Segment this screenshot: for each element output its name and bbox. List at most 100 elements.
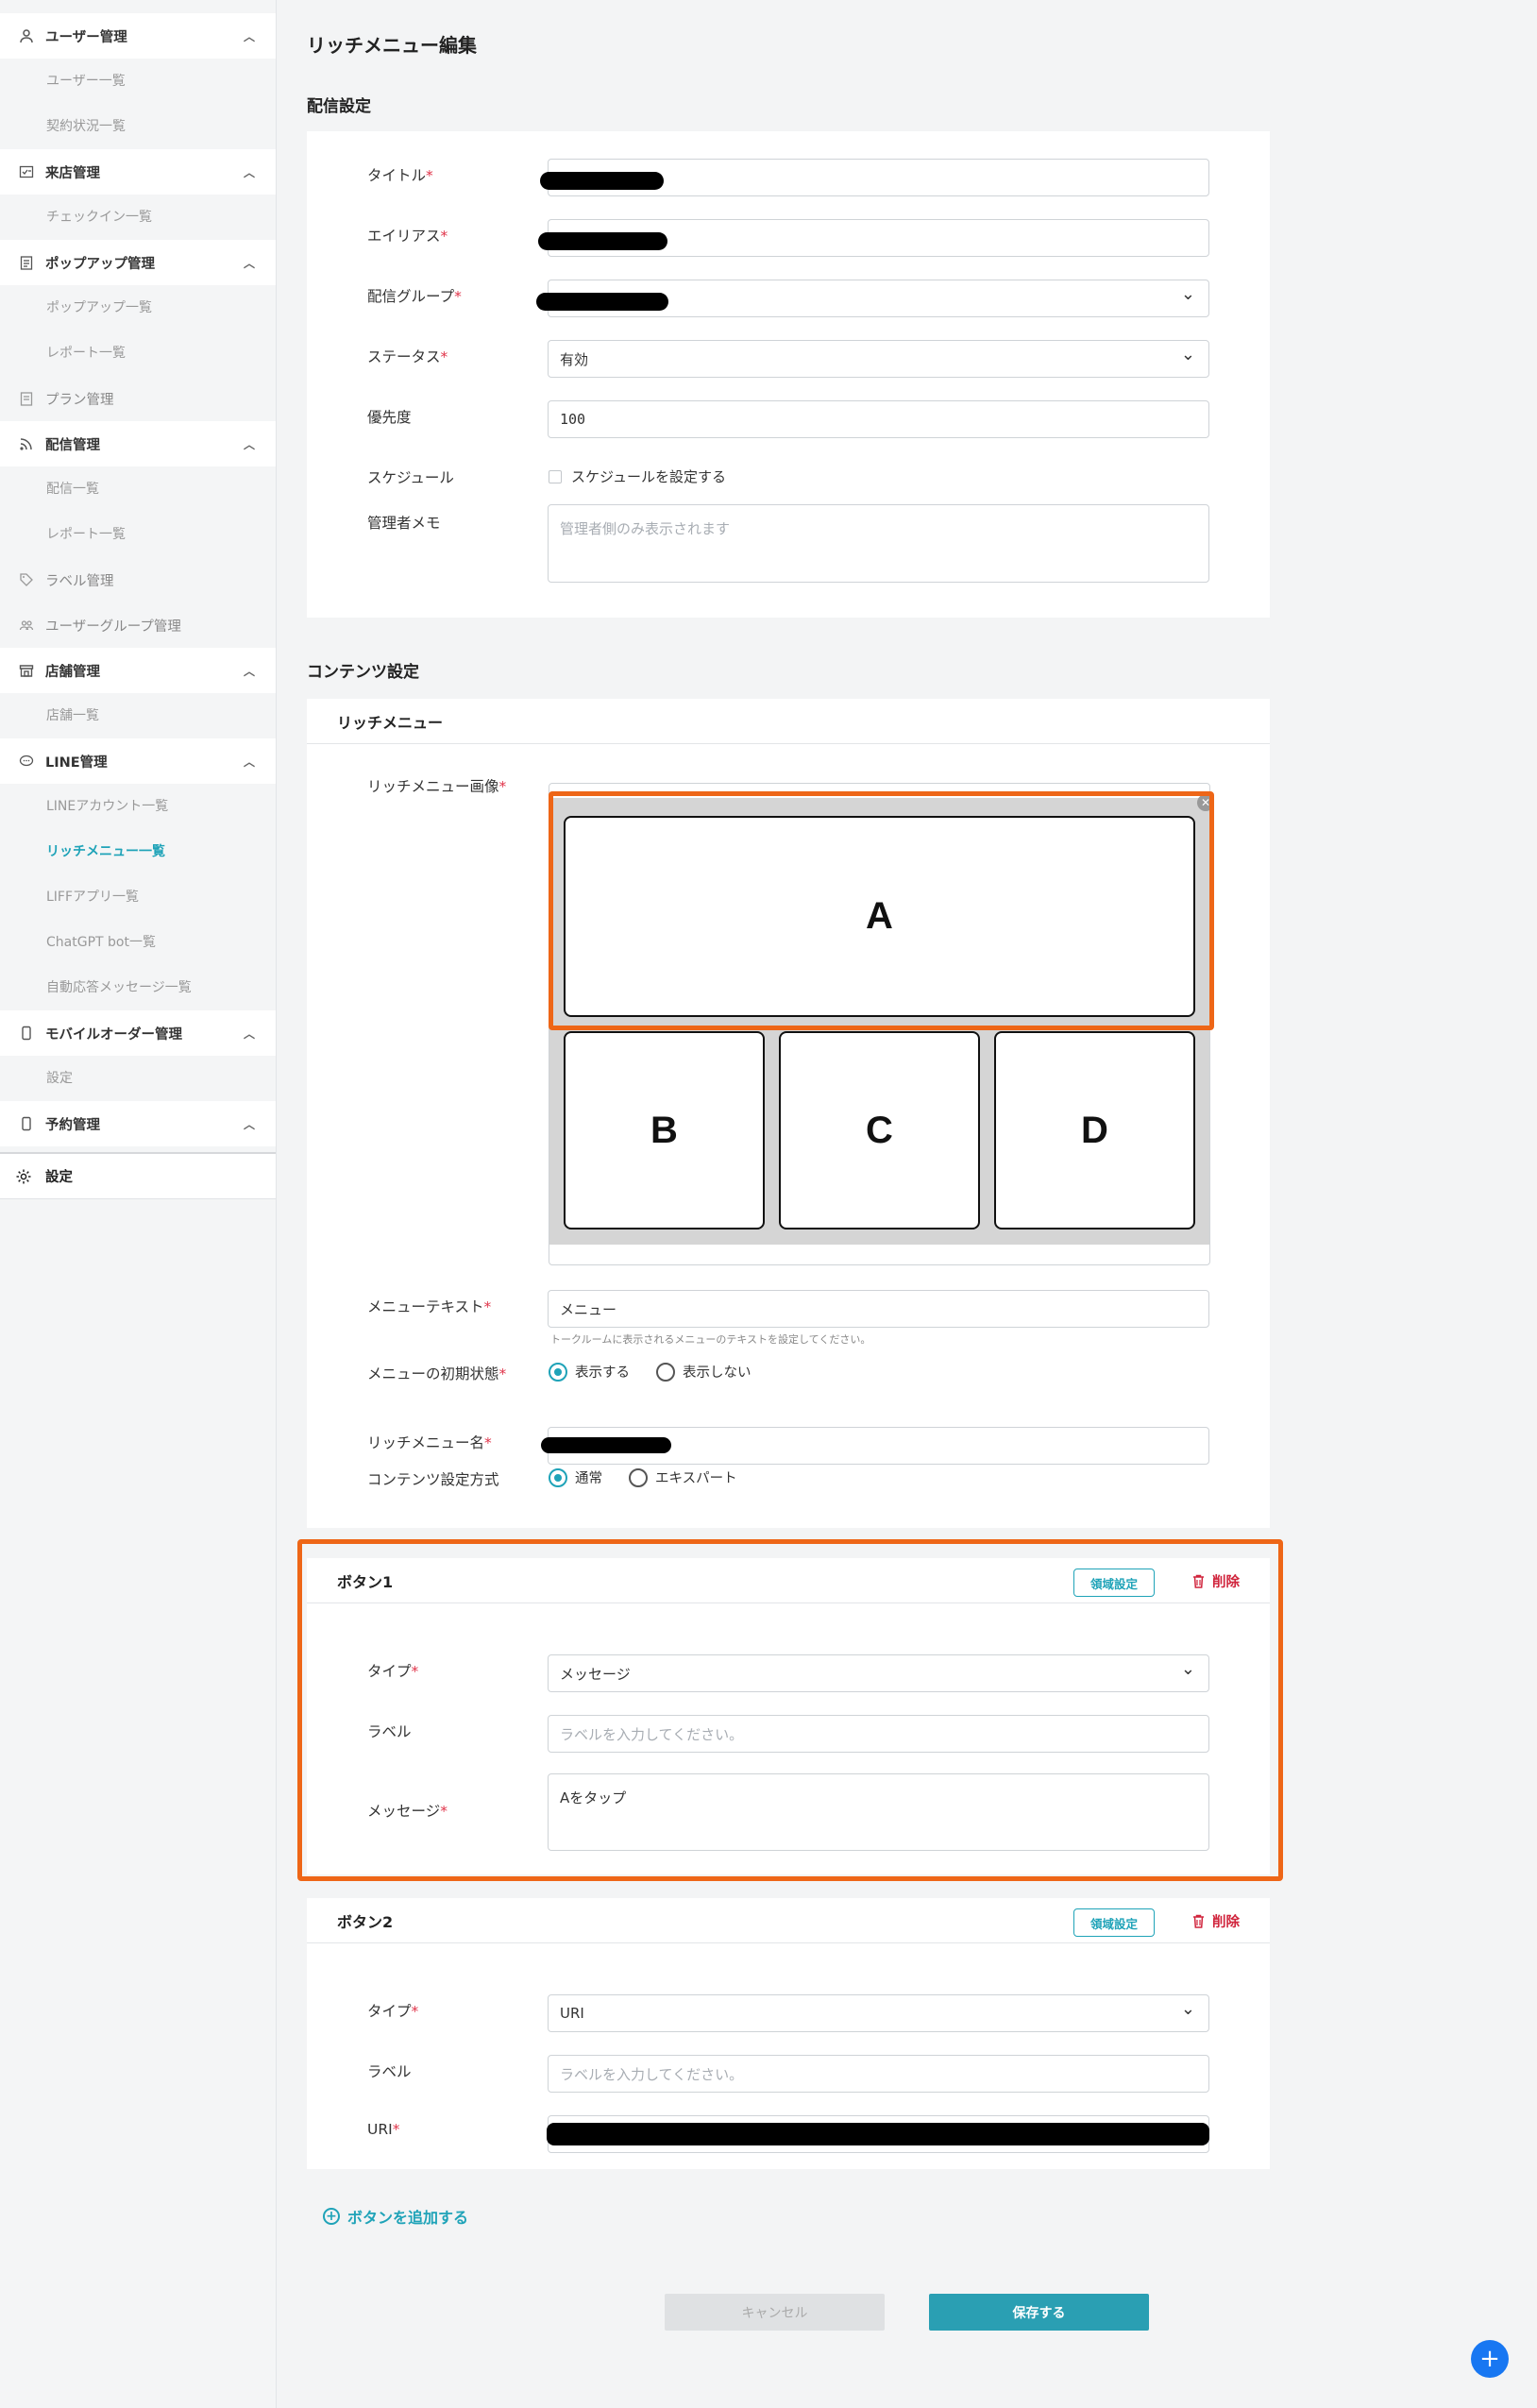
sidebar-item-store-list[interactable]: 店舗一覧 (0, 693, 276, 738)
plus-circle-icon: + (323, 2208, 340, 2225)
richmenu-cell-b[interactable]: B (564, 1031, 765, 1229)
sidebar-section-store-mgmt[interactable]: 店舗管理 ︿ (0, 648, 276, 693)
add-button-link[interactable]: + ボタンを追加する (323, 2205, 468, 2228)
sidebar-item-popup-list[interactable]: ポップアップ一覧 (0, 285, 276, 331)
chat-bubble-icon (17, 752, 36, 771)
title-label: タイトル* (367, 167, 433, 184)
sidebar-item-delivery-list[interactable]: 配信一覧 (0, 466, 276, 512)
sidebar-item-richmenu-list[interactable]: リッチメニュー一覧 (0, 829, 276, 874)
radio-checked-icon (549, 1362, 567, 1382)
memo-label: 管理者メモ (367, 515, 441, 532)
sidebar-section-usergroup-mgmt[interactable]: ユーザーグループ管理 (0, 602, 276, 648)
sidebar-item-mobile-order-settings[interactable]: 設定 (0, 1056, 276, 1101)
sidebar-item-chatgpt-list[interactable]: ChatGPT bot一覧 (0, 920, 276, 965)
button2-card: ボタン2 領域設定 削除 タイプ* URI ラベル ラベルを入力してください。 … (307, 1898, 1270, 2169)
sidebar-section-delivery-mgmt[interactable]: 配信管理 ︿ (0, 421, 276, 466)
schedule-label: スケジュール (367, 469, 454, 486)
radio-expert[interactable]: エキスパート (629, 1467, 737, 1487)
label-input[interactable]: ラベルを入力してください。 (548, 2055, 1209, 2093)
store-icon (17, 661, 36, 680)
smartphone-icon (17, 1024, 36, 1043)
radio-normal[interactable]: 通常 (549, 1467, 602, 1487)
sidebar-section-label: ラベル管理 (45, 573, 114, 589)
sidebar-section-label-mgmt[interactable]: ラベル管理 (0, 557, 276, 602)
status-label: ステータス* (367, 348, 448, 365)
type-label: タイプ* (367, 1663, 419, 1680)
chevron-up-icon[interactable]: ︿ (244, 28, 255, 44)
label-label: ラベル (367, 2063, 412, 2080)
sidebar-section-label: モバイルオーダー管理 (45, 1026, 182, 1043)
priority-input[interactable]: 100 (548, 400, 1209, 438)
richmenu-cell-d[interactable]: D (994, 1031, 1195, 1229)
sidebar-item-autoreply-list[interactable]: 自動応答メッセージ一覧 (0, 965, 276, 1010)
richmenu-image-preview: A B C D (549, 798, 1209, 1245)
richmenu-cell-c[interactable]: C (779, 1031, 980, 1229)
menu-text-label: メニューテキスト* (367, 1298, 492, 1315)
sidebar-section-popup-mgmt[interactable]: ポップアップ管理 ︿ (0, 240, 276, 285)
area-settings-button[interactable]: 領域設定 (1073, 1908, 1155, 1937)
delete-button[interactable]: 削除 (1192, 1911, 1240, 1931)
sidebar-section-plan-mgmt[interactable]: プラン管理 (0, 376, 276, 421)
sidebar-section-user-mgmt[interactable]: ユーザー管理 ︿ (0, 13, 276, 59)
sidebar-section-label: ユーザーグループ管理 (45, 619, 181, 635)
label-input[interactable]: ラベルを入力してください。 (548, 1715, 1209, 1753)
plus-fab-icon[interactable]: + (1471, 2340, 1509, 2378)
radio-checked-icon (549, 1467, 567, 1487)
cancel-button[interactable]: キャンセル (665, 2294, 885, 2331)
radio-show[interactable]: 表示する (549, 1362, 630, 1382)
schedule-checkbox[interactable]: スケジュールを設定する (549, 466, 726, 486)
chevron-up-icon[interactable]: ︿ (244, 1116, 255, 1132)
chevron-up-icon[interactable]: ︿ (244, 436, 255, 452)
sidebar-item-user-list[interactable]: ユーザー一覧 (0, 59, 276, 104)
richmenu-cell-a[interactable]: A (564, 816, 1195, 1017)
sidebar-section-reservation-mgmt[interactable]: 予約管理 ︿ (0, 1101, 276, 1146)
sidebar-item-popup-report[interactable]: レポート一覧 (0, 331, 276, 376)
save-button[interactable]: 保存する (929, 2294, 1149, 2331)
memo-textarea[interactable]: 管理者側のみ表示されます (548, 504, 1209, 583)
status-select[interactable]: 有効 (548, 340, 1209, 378)
richmenu-card-header: リッチメニュー (307, 699, 1270, 744)
type-select[interactable]: URI (548, 1994, 1209, 2032)
document-icon (17, 389, 36, 408)
chevron-up-icon[interactable]: ︿ (244, 255, 255, 271)
menu-text-input[interactable]: メニュー (548, 1290, 1209, 1328)
sidebar-section-mobile-order-mgmt[interactable]: モバイルオーダー管理 ︿ (0, 1010, 276, 1056)
sidebar-section-visit-mgmt[interactable]: 来店管理 ︿ (0, 149, 276, 195)
chevron-up-icon[interactable]: ︿ (244, 1026, 255, 1042)
sidebar-item-liff-list[interactable]: LIFFアプリ一覧 (0, 874, 276, 920)
button2-header: ボタン2 領域設定 削除 (307, 1898, 1270, 1943)
radio-unchecked-icon (629, 1467, 648, 1487)
sidebar-section-line-mgmt[interactable]: LINE管理 ︿ (0, 738, 276, 784)
area-settings-button[interactable]: 領域設定 (1073, 1569, 1155, 1597)
menu-text-hint: トークルームに表示されるメニューのテキストを設定してください。 (550, 1333, 871, 1346)
label-label: ラベル (367, 1723, 412, 1740)
priority-label: 優先度 (367, 409, 412, 426)
radio-hide[interactable]: 表示しない (656, 1362, 752, 1382)
method-label: コンテンツ設定方式 (367, 1471, 499, 1488)
button1-header: ボタン1 領域設定 削除 (307, 1558, 1270, 1603)
sidebar-section-label: 予約管理 (45, 1117, 100, 1133)
sidebar-item-delivery-report[interactable]: レポート一覧 (0, 512, 276, 557)
sidebar-item-line-account-list[interactable]: LINEアカウント一覧 (0, 784, 276, 829)
sidebar-section-label: 店舗管理 (45, 664, 100, 680)
content-section-title: コンテンツ設定 (307, 663, 419, 682)
checkin-icon (17, 162, 36, 181)
sidebar-item-settings[interactable]: 設定 (0, 1152, 276, 1199)
sidebar: ユーザー管理 ︿ ユーザー一覧 契約状況一覧 来店管理 ︿ チェックイン一覧 ポ… (0, 0, 277, 2408)
sidebar-item-checkin-list[interactable]: チェックイン一覧 (0, 195, 276, 240)
chevron-up-icon[interactable]: ︿ (244, 663, 255, 679)
redacted-text (540, 172, 664, 190)
richmenu-image-label: リッチメニュー画像* (367, 778, 507, 795)
button1-title: ボタン1 (337, 1572, 394, 1591)
sidebar-section-label: プラン管理 (45, 392, 114, 408)
delete-button[interactable]: 削除 (1192, 1571, 1240, 1591)
close-icon[interactable]: ✕ (1197, 794, 1214, 811)
sidebar-item-contract-list[interactable]: 契約状況一覧 (0, 104, 276, 149)
redacted-text (536, 293, 668, 311)
type-select[interactable]: メッセージ (548, 1654, 1209, 1692)
chevron-up-icon[interactable]: ︿ (244, 164, 255, 180)
sidebar-section-label: 配信管理 (45, 437, 100, 453)
chevron-up-icon[interactable]: ︿ (244, 754, 255, 770)
message-textarea[interactable]: Aをタップ (548, 1773, 1209, 1851)
redacted-text (538, 232, 667, 250)
